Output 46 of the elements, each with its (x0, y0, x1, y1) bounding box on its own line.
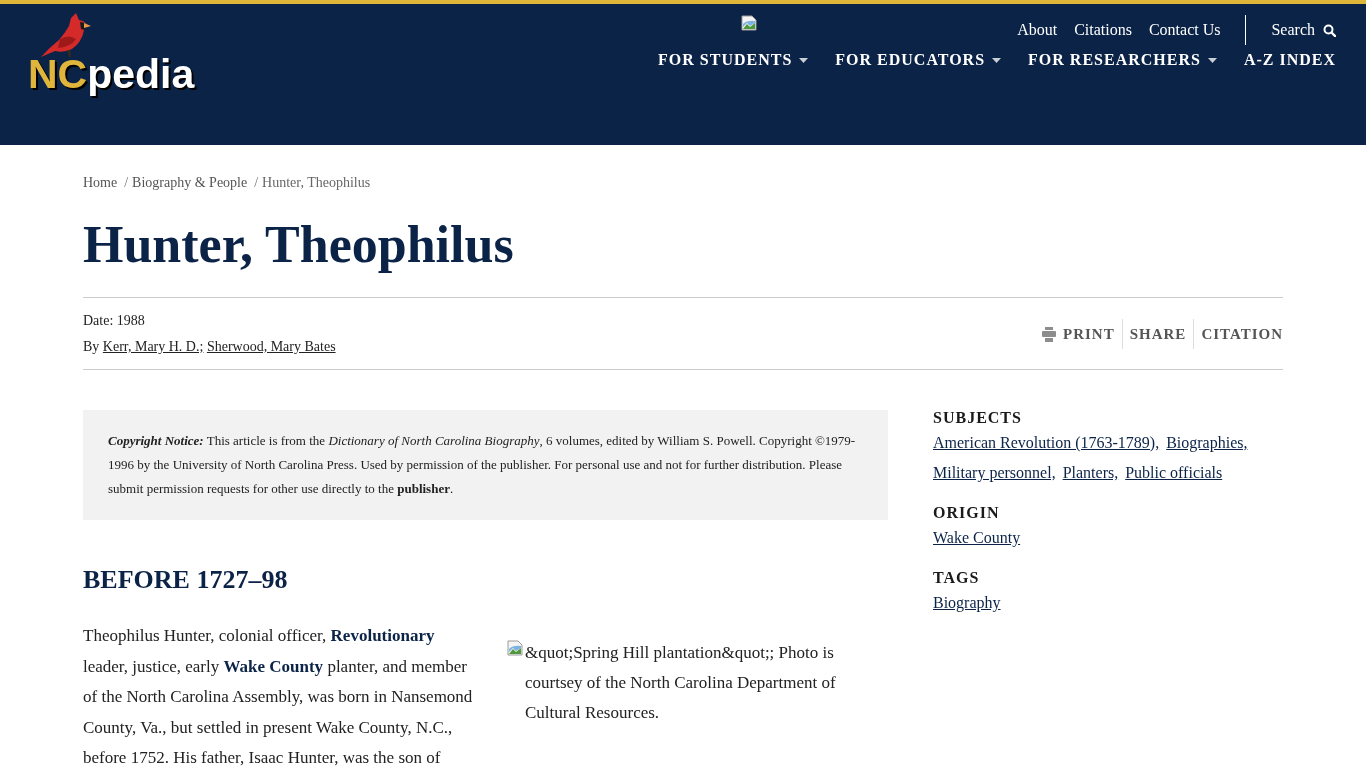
action-link[interactable]: CITATION (1193, 319, 1283, 349)
header-link[interactable]: About (1017, 21, 1058, 39)
sidebar-heading: SUBJECTS (933, 408, 1022, 428)
byline-label: By (83, 339, 100, 354)
search-icon (1323, 23, 1336, 37)
text-link[interactable]: Wake County (223, 656, 324, 676)
nav-menu-link[interactable]: FOR STUDENTS (658, 51, 809, 69)
text-link[interactable]: Revolutionary (330, 626, 435, 645)
broken-image-icon (741, 15, 758, 31)
breadcrumb-separator: / (254, 174, 259, 192)
nav-menu-link[interactable]: FOR RESEARCHERS (1028, 51, 1217, 69)
copyright-notice: Copyright Notice: This article is from the Dictionary of North Carolina Biography, 6 volumes, edited by William S. Powell. Copyright ©1979-1996 by the University of North Carolina Press. Used by permission of the publisher. For personal use and not for further distribution. Please submit permission requests for other use directly to the publisher. (108, 432, 857, 498)
breadcrumb-separator: / (124, 174, 129, 192)
article-date: Date: 1988 (83, 312, 145, 330)
caret-icon (799, 57, 809, 63)
sidebar-link[interactable]: Wake County (933, 523, 1021, 553)
sidebar-link[interactable]: Biographies, (1166, 428, 1248, 458)
breadcrumb-link[interactable]: Biography & People (132, 173, 248, 193)
sidebar-link[interactable]: Biography (933, 588, 1001, 618)
header-link[interactable]: Citations (1074, 21, 1132, 39)
action-link[interactable]: PRINT (1035, 319, 1122, 349)
section-heading: BEFORE 1727–98 (83, 564, 289, 595)
nav-menu-link[interactable]: A-Z INDEX (1243, 51, 1336, 69)
breadcrumb-link[interactable]: Home (83, 173, 118, 193)
article-title: Hunter, Theophilus (83, 215, 515, 275)
sidebar-heading: TAGS (933, 568, 980, 588)
header-link[interactable]: Contact Us (1148, 21, 1221, 39)
image-caption: &quot;Spring Hill plantation&quot;; Photo is courtsey of the North Carolina Department of Cultural Resources. (525, 642, 837, 724)
sidebar-heading: ORIGIN (933, 503, 1000, 523)
nav-menu-link[interactable]: FOR EDUCATORS (835, 51, 1002, 69)
cardinal-icon (40, 12, 92, 58)
caret-icon (1207, 57, 1217, 63)
sidebar-link[interactable]: American Revolution (1763-1789), (933, 428, 1160, 458)
sidebar-link[interactable]: Public officials (1125, 458, 1223, 488)
author-link[interactable]: Kerr, Mary H. D.; (102, 339, 204, 354)
printer-icon (1042, 326, 1056, 342)
breadcrumb-current: Hunter, Theophilus (262, 174, 371, 192)
article-paragraph: Theophilus Hunter, colonial officer, Revolutionary leader, justice, early Wake County planter, and member of the North Carolina Assembly, was born in Nansemond County, Va., but settled in present Wake County, N.C., before 1752. His father, Isaac Hunter, was the son of (83, 625, 474, 768)
author-link[interactable]: Sherwood, Mary Bates (206, 339, 336, 354)
search-button[interactable]: Search (1271, 21, 1336, 39)
action-link[interactable]: SHARE (1121, 319, 1194, 349)
broken-image-icon (507, 640, 523, 656)
logo-text[interactable]: NCpedia (28, 54, 195, 95)
caret-icon (992, 57, 1002, 63)
sidebar-link[interactable]: Planters, (1062, 458, 1119, 488)
sidebar-link[interactable]: Military personnel, (933, 458, 1056, 488)
